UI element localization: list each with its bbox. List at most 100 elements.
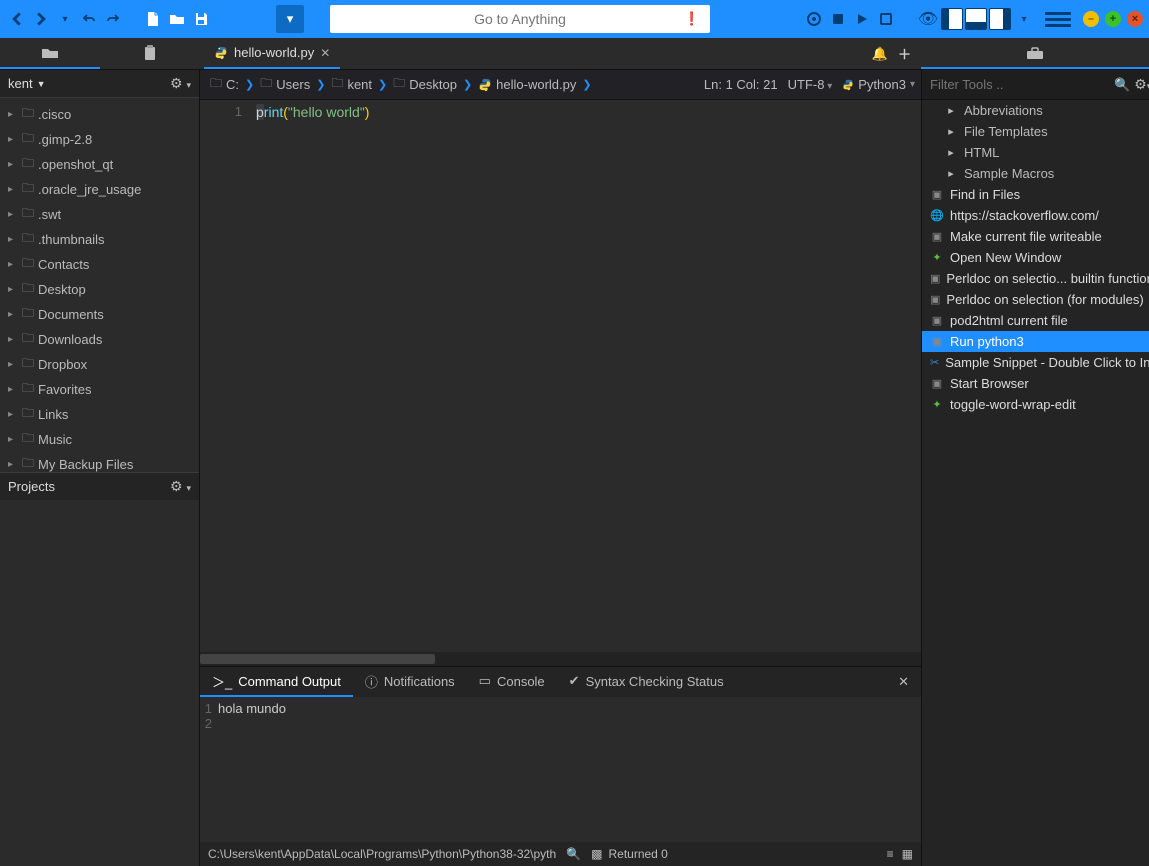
undo-button[interactable] xyxy=(78,8,100,30)
goto-anything-input[interactable] xyxy=(340,11,700,27)
toggle-right-pane[interactable] xyxy=(989,8,1011,30)
tools-item[interactable]: ▣Perldoc on selectio... builtin function… xyxy=(922,268,1149,289)
folder-open-icon xyxy=(41,46,59,60)
command-output-body[interactable]: 12 hola mundo xyxy=(200,697,921,842)
goto-bang-icon: ❗ xyxy=(684,11,700,27)
encoding-dropdown[interactable]: UTF-8 xyxy=(788,77,833,92)
command-path: C:\Users\kent\AppData\Local\Programs\Pyt… xyxy=(208,847,556,861)
tools-item[interactable]: ▣Run python3 xyxy=(922,331,1149,352)
tools-item[interactable]: ▣pod2html current file xyxy=(922,310,1149,331)
python-icon xyxy=(478,78,492,92)
macro-stop-button[interactable] xyxy=(827,8,849,30)
tree-folder[interactable]: ▸🗀Dropbox xyxy=(0,352,199,377)
tree-folder[interactable]: ▸🗀Documents xyxy=(0,302,199,327)
center-pane: 🗀C:❯ 🗀Users❯ 🗀kent❯ 🗀Desktop❯ hello-worl… xyxy=(200,70,921,866)
editor-hscrollbar[interactable] xyxy=(200,652,921,666)
list-view-icon[interactable]: ≡ xyxy=(887,847,894,861)
breadcrumb-file[interactable]: hello-world.py xyxy=(474,77,580,92)
cursor-position: Ln: 1 Col: 21 xyxy=(704,77,778,92)
bottom-tab-console[interactable]: ▭Console xyxy=(467,667,557,697)
new-tab-button[interactable]: ＋ xyxy=(898,44,911,63)
focus-mode-button[interactable]: 👁 xyxy=(917,8,939,30)
window-maximize[interactable]: + xyxy=(1105,11,1121,27)
tree-folder[interactable]: ▸🗀Links xyxy=(0,402,199,427)
toggle-bottom-pane[interactable] xyxy=(965,8,987,30)
tools-group[interactable]: ▸Abbreviations xyxy=(922,100,1149,121)
check-icon: ✔ xyxy=(569,673,580,689)
editor-content[interactable]: print("hello world") xyxy=(250,100,921,652)
nav-back-button[interactable] xyxy=(6,8,28,30)
tree-folder[interactable]: ▸🗀Music xyxy=(0,427,199,452)
open-file-button[interactable] xyxy=(166,8,188,30)
editor[interactable]: 1 print("hello world") xyxy=(200,100,921,652)
tree-folder[interactable]: ▸🗀.openshot_qt xyxy=(0,152,199,177)
tools-group[interactable]: ▸File Templates xyxy=(922,121,1149,142)
document-tab[interactable]: hello-world.py ✕ xyxy=(204,38,340,69)
places-user-dropdown[interactable]: kent ▼ xyxy=(8,76,46,91)
tools-group[interactable]: ▸HTML xyxy=(922,142,1149,163)
window-close[interactable]: × xyxy=(1127,11,1143,27)
tools-item[interactable]: 🌐https://stackoverflow.com/ xyxy=(922,205,1149,226)
bottom-panel-close[interactable]: ✕ xyxy=(886,667,921,697)
tools-item[interactable]: ▣Perldoc on selection (for modules) xyxy=(922,289,1149,310)
breadcrumb-root[interactable]: 🗀C: xyxy=(206,74,243,95)
projects-settings-button[interactable]: ⚙ ▾ xyxy=(170,478,191,495)
search-icon[interactable]: 🔍 xyxy=(566,847,581,861)
left-tab-clipboard[interactable] xyxy=(100,38,200,69)
python-icon xyxy=(842,79,854,91)
tools-item[interactable]: ▣Find in Files xyxy=(922,184,1149,205)
tree-folder[interactable]: ▸🗀Favorites xyxy=(0,377,199,402)
tree-folder[interactable]: ▸🗀My Backup Files xyxy=(0,452,199,472)
breadcrumb-item[interactable]: 🗀Users xyxy=(256,74,314,95)
tree-folder[interactable]: ▸🗀Desktop xyxy=(0,277,199,302)
projects-header[interactable]: Projects ⚙ ▾ xyxy=(0,472,199,500)
right-tab-toolbox[interactable] xyxy=(921,38,1149,69)
bottom-tab-notifications[interactable]: ⓘNotifications xyxy=(353,667,467,697)
nav-forward-button[interactable] xyxy=(30,8,52,30)
right-pane: 🔍 ⚙▾ ▸Abbreviations▸File Templates▸HTML▸… xyxy=(921,70,1149,866)
tools-item[interactable]: ▣Start Browser xyxy=(922,373,1149,394)
goto-anything-field[interactable]: ❗ xyxy=(330,5,710,33)
places-header: kent ▼ ⚙ ▾ xyxy=(0,70,199,98)
grid-view-icon[interactable]: ▦ xyxy=(902,847,913,861)
tools-filter-bar: 🔍 ⚙▾ xyxy=(922,70,1149,100)
tree-folder[interactable]: ▸🗀.oracle_jre_usage xyxy=(0,177,199,202)
window-minimize[interactable]: – xyxy=(1083,11,1099,27)
tools-item[interactable]: ✂Sample Snippet - Double Click to Insert xyxy=(922,352,1149,373)
tree-folder[interactable]: ▸🗀Downloads xyxy=(0,327,199,352)
breadcrumb-item[interactable]: 🗀Desktop xyxy=(389,74,461,95)
macro-record-button[interactable] xyxy=(803,8,825,30)
document-tab-close[interactable]: ✕ xyxy=(320,46,330,60)
search-icon[interactable]: 🔍 xyxy=(1114,77,1130,93)
stop-icon[interactable]: ▩ xyxy=(591,847,602,861)
macro-save-button[interactable] xyxy=(875,8,897,30)
bottom-tab-syntax[interactable]: ✔Syntax Checking Status xyxy=(557,667,736,697)
file-tree[interactable]: ▸🗀.cisco▸🗀.gimp-2.8▸🗀.openshot_qt▸🗀.orac… xyxy=(0,98,199,472)
pane-dropdown[interactable]: ▾ xyxy=(1013,8,1035,30)
places-settings-button[interactable]: ⚙ ▾ xyxy=(170,75,191,92)
tools-item[interactable]: ✦toggle-word-wrap-edit xyxy=(922,394,1149,415)
tree-folder[interactable]: ▸🗀.swt xyxy=(0,202,199,227)
tools-filter-input[interactable] xyxy=(926,77,1110,92)
tools-item[interactable]: ▣Make current file writeable xyxy=(922,226,1149,247)
nav-recent-dropdown[interactable]: ▾ xyxy=(54,8,76,30)
tree-folder[interactable]: ▸🗀Contacts xyxy=(0,252,199,277)
tree-folder[interactable]: ▸🗀.thumbnails xyxy=(0,227,199,252)
left-tab-places[interactable] xyxy=(0,38,100,69)
tools-settings-button[interactable]: ⚙▾ xyxy=(1134,76,1149,93)
toggle-left-pane[interactable] xyxy=(941,8,963,30)
language-dropdown[interactable]: Python3 xyxy=(842,77,915,92)
macro-play-button[interactable] xyxy=(851,8,873,30)
tree-folder[interactable]: ▸🗀.gimp-2.8 xyxy=(0,127,199,152)
tools-group[interactable]: ▸Sample Macros xyxy=(922,163,1149,184)
tools-item[interactable]: ✦Open New Window xyxy=(922,247,1149,268)
menu-button[interactable] xyxy=(1045,8,1071,30)
save-button[interactable] xyxy=(190,8,212,30)
redo-button[interactable] xyxy=(102,8,124,30)
notifications-icon[interactable]: 🔔 xyxy=(872,46,888,62)
bottom-tab-command-output[interactable]: ＞_Command Output xyxy=(200,667,353,697)
breadcrumb-item[interactable]: 🗀kent xyxy=(327,74,376,95)
new-file-button[interactable] xyxy=(142,8,164,30)
tree-folder[interactable]: ▸🗀.cisco xyxy=(0,102,199,127)
toolbar-more-dropdown[interactable]: ▾ xyxy=(276,5,304,33)
